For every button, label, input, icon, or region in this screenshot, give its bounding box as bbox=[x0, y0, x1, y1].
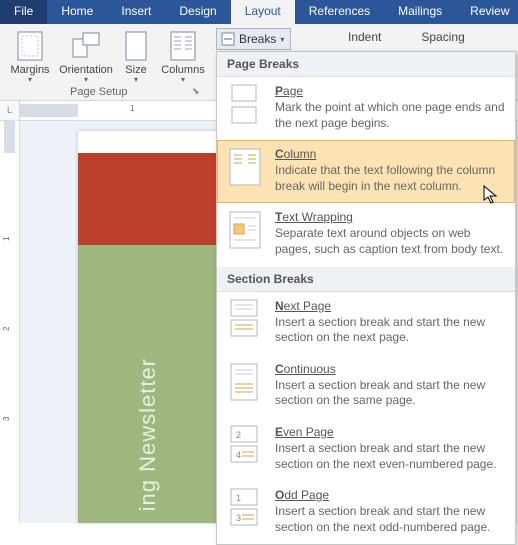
spacing-label: Spacing bbox=[421, 30, 464, 44]
dropdown-header-page-breaks: Page Breaks bbox=[217, 52, 515, 77]
menu-desc: Separate text around objects on web page… bbox=[275, 226, 505, 257]
odd-page-icon: 13 bbox=[227, 488, 263, 528]
chevron-down-icon: ▾ bbox=[181, 75, 185, 84]
svg-text:4: 4 bbox=[236, 450, 241, 460]
breaks-label: Breaks bbox=[239, 32, 276, 46]
columns-button[interactable]: Columns ▾ bbox=[154, 26, 212, 84]
svg-text:2: 2 bbox=[236, 430, 241, 440]
menu-desc: Insert a section break and start the new… bbox=[275, 315, 505, 346]
menu-desc: Insert a section break and start the new… bbox=[275, 441, 505, 472]
menu-item-text-wrapping-break[interactable]: Text Wrapping Separate text around objec… bbox=[217, 203, 515, 266]
breaks-button[interactable]: Breaks ▾ bbox=[216, 28, 291, 50]
svg-text:3: 3 bbox=[236, 513, 241, 523]
menu-item-even-page[interactable]: 24 Even Page Insert a section break and … bbox=[217, 418, 515, 481]
tab-file[interactable]: File bbox=[0, 0, 47, 24]
chevron-down-icon: ▾ bbox=[28, 75, 32, 84]
page-break-icon bbox=[227, 84, 263, 124]
menu-desc: Mark the point at which one page ends an… bbox=[275, 100, 505, 131]
dialog-launcher-icon[interactable]: ⬊ bbox=[192, 86, 200, 97]
column-break-icon bbox=[227, 147, 263, 187]
breaks-icon bbox=[221, 32, 235, 46]
menu-title: Page bbox=[275, 84, 505, 98]
menu-title: Odd Page bbox=[275, 488, 505, 502]
chevron-down-icon: ▾ bbox=[280, 35, 284, 44]
tab-references[interactable]: References bbox=[295, 0, 384, 24]
menu-title: Even Page bbox=[275, 425, 505, 439]
tab-design[interactable]: Design bbox=[165, 0, 230, 24]
even-page-icon: 24 bbox=[227, 425, 263, 465]
menu-title: Next Page bbox=[275, 299, 505, 313]
tab-home[interactable]: Home bbox=[47, 0, 107, 24]
indent-label: Indent bbox=[348, 30, 381, 44]
menu-item-next-page[interactable]: Next Page Insert a section break and sta… bbox=[217, 292, 515, 355]
menu-desc: Insert a section break and start the new… bbox=[275, 504, 505, 535]
group-label-page-setup: Page Setup bbox=[70, 86, 128, 98]
menu-title: Column bbox=[275, 147, 505, 161]
next-page-icon bbox=[227, 299, 263, 339]
menu-item-continuous[interactable]: Continuous Insert a section break and st… bbox=[217, 355, 515, 418]
tab-mailings[interactable]: Mailings bbox=[384, 0, 456, 24]
margins-button[interactable]: Margins ▾ bbox=[6, 26, 54, 84]
ribbon-right: Indent Spacing bbox=[330, 24, 465, 44]
menu-item-odd-page[interactable]: 13 Odd Page Insert a section break and s… bbox=[217, 481, 515, 544]
size-button[interactable]: Size ▾ bbox=[118, 26, 154, 84]
newsletter-title: ing Newsletter bbox=[135, 346, 161, 523]
tab-review[interactable]: Review bbox=[456, 0, 518, 24]
chevron-down-icon: ▾ bbox=[134, 75, 138, 84]
breaks-dropdown: Page Breaks Page Mark the point at which… bbox=[216, 51, 516, 545]
ruler-corner: L bbox=[0, 101, 20, 121]
tab-layout[interactable]: Layout bbox=[231, 0, 295, 24]
menu-item-column-break[interactable]: Column Indicate that the text following … bbox=[217, 140, 515, 203]
svg-text:1: 1 bbox=[236, 493, 241, 503]
text-wrapping-icon bbox=[227, 210, 263, 250]
menu-desc: Indicate that the text following the col… bbox=[275, 163, 505, 194]
menu-title: Continuous bbox=[275, 362, 505, 376]
ribbon-tabs: File Home Insert Design Layout Reference… bbox=[0, 0, 518, 24]
menu-item-page-break[interactable]: Page Mark the point at which one page en… bbox=[217, 77, 515, 140]
doc-red-band bbox=[78, 153, 218, 245]
continuous-icon bbox=[227, 362, 263, 402]
margins-icon bbox=[14, 30, 46, 62]
menu-title: Text Wrapping bbox=[275, 210, 505, 224]
orientation-button[interactable]: Orientation ▾ bbox=[54, 26, 118, 84]
chevron-down-icon: ▾ bbox=[84, 75, 88, 84]
menu-desc: Insert a section break and start the new… bbox=[275, 378, 505, 409]
document-page[interactable]: ing Newsletter bbox=[78, 131, 218, 523]
vertical-ruler[interactable]: 1 2 3 bbox=[0, 121, 20, 523]
orientation-icon bbox=[70, 30, 102, 62]
columns-icon bbox=[167, 30, 199, 62]
size-icon bbox=[120, 30, 152, 62]
doc-green-band: ing Newsletter bbox=[78, 245, 218, 523]
tab-insert[interactable]: Insert bbox=[107, 0, 165, 24]
dropdown-header-section-breaks: Section Breaks bbox=[217, 267, 515, 292]
